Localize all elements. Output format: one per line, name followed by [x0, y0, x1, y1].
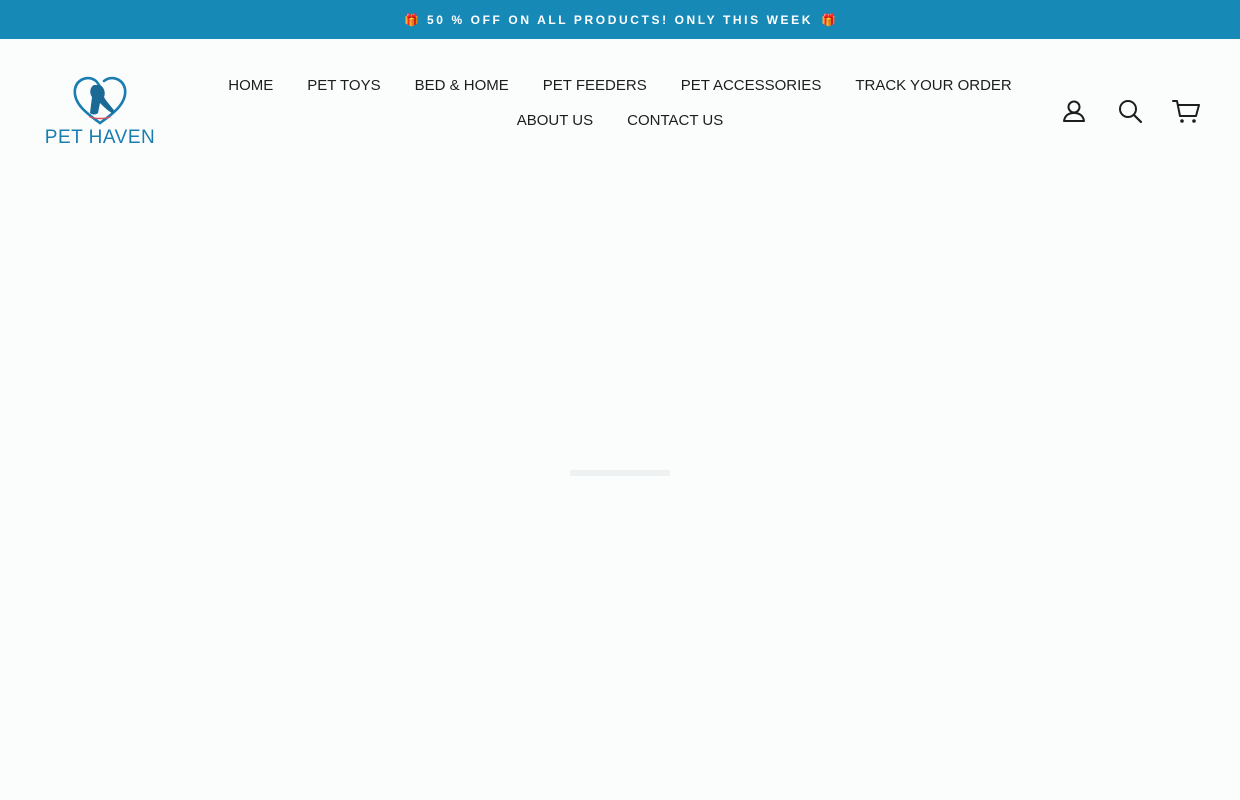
- announcement-text: 50 % OFF ON ALL PRODUCTS! ONLY THIS WEEK: [426, 12, 814, 27]
- cart-icon: [1172, 100, 1200, 123]
- gift-icon: 🎁: [404, 12, 419, 27]
- user-icon: [1063, 100, 1085, 122]
- nav-item-home[interactable]: HOME: [211, 75, 290, 97]
- main-nav: HOME PET TOYS BED & HOME PET FEEDERS PET…: [200, 75, 1040, 132]
- cart-label: Cart: [1172, 125, 1173, 126]
- nav-item-pet-feeders[interactable]: PET FEEDERS: [526, 75, 664, 97]
- pet-heart-logo-icon: [73, 76, 127, 125]
- search-label: Search: [1116, 125, 1117, 126]
- nav-item-contact-us[interactable]: CONTACT US: [610, 110, 740, 132]
- logo-text: PET HAVEN: [44, 127, 156, 148]
- announcement-bar[interactable]: 🎁 50 % OFF ON ALL PRODUCTS! ONLY THIS WE…: [0, 0, 1240, 39]
- site-header: PET HAVEN HOME PET TOYS BED & HOME PET F…: [0, 39, 1240, 179]
- nav-item-about-us[interactable]: ABOUT US: [500, 110, 610, 132]
- nav-item-pet-toys[interactable]: PET TOYS: [290, 75, 397, 97]
- header-icons: Log in Search Cart: [1060, 97, 1210, 127]
- site-logo[interactable]: PET HAVEN: [44, 73, 156, 148]
- gift-icon: 🎁: [821, 12, 836, 27]
- nav-item-pet-accessories[interactable]: PET ACCESSORIES: [664, 75, 839, 97]
- page-loading-bar: [570, 470, 670, 476]
- nav-item-track-your-order[interactable]: TRACK YOUR ORDER: [838, 75, 1028, 97]
- search-button[interactable]: Search: [1116, 97, 1144, 125]
- nav-item-bed-home[interactable]: BED & HOME: [398, 75, 526, 97]
- search-icon: [1119, 100, 1143, 124]
- login-button[interactable]: Log in: [1060, 97, 1088, 125]
- cart-button[interactable]: Cart: [1172, 97, 1200, 125]
- login-label: Log in: [1060, 125, 1061, 126]
